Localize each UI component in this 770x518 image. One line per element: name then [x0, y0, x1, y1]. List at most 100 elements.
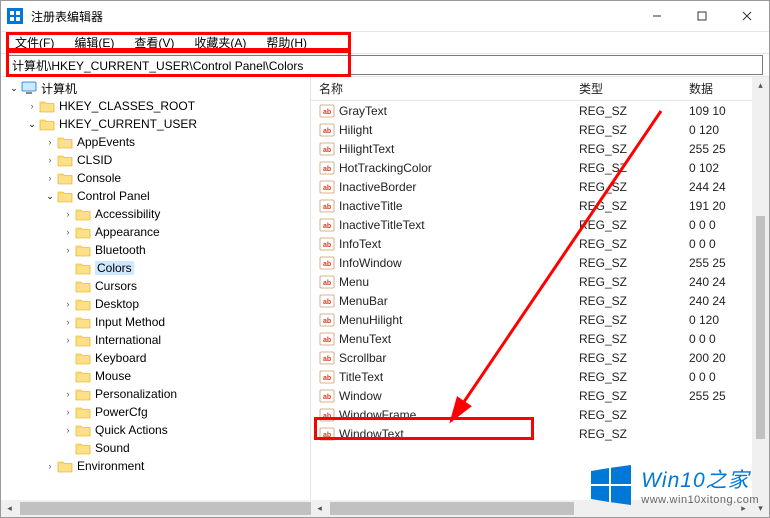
list-row[interactable]: abHilightREG_SZ0 120 — [311, 120, 769, 139]
scroll-up-icon[interactable]: ▴ — [752, 77, 769, 94]
list-row[interactable]: abScrollbarREG_SZ200 20 — [311, 348, 769, 367]
value-name: WindowFrame — [339, 408, 416, 422]
list-body[interactable]: abGrayTextREG_SZ109 10abHilightREG_SZ0 1… — [311, 101, 769, 517]
tree-item[interactable]: ⌄计算机 — [1, 79, 310, 97]
scroll-left-icon[interactable]: ◂ — [1, 500, 18, 517]
tree-item[interactable]: ›Accessibility — [1, 205, 310, 223]
list-row[interactable]: abInfoTextREG_SZ0 0 0 — [311, 234, 769, 253]
list-row[interactable]: abHotTrackingColorREG_SZ0 102 — [311, 158, 769, 177]
chevron-down-icon[interactable]: ⌄ — [25, 117, 39, 131]
tree-item-label: AppEvents — [77, 135, 135, 149]
chevron-right-icon[interactable]: › — [61, 423, 75, 437]
menu-edit[interactable]: 编辑(E) — [66, 32, 122, 53]
tree-item[interactable]: › Environment — [1, 457, 310, 475]
tree-item[interactable]: Colors — [1, 259, 310, 277]
menu-file[interactable]: 文件(F) — [7, 32, 62, 53]
tree-item[interactable]: › AppEvents — [1, 133, 310, 151]
list-vertical-scrollbar[interactable]: ▴ ▾ — [752, 77, 769, 517]
list-row[interactable]: abMenuHilightREG_SZ0 120 — [311, 310, 769, 329]
list-row[interactable]: abMenuBarREG_SZ240 24 — [311, 291, 769, 310]
chevron-right-icon[interactable]: › — [43, 135, 57, 149]
tree-item[interactable]: ⌄Control Panel — [1, 187, 310, 205]
list-horizontal-scrollbar[interactable]: ◂ ▸ — [311, 500, 752, 517]
list-row[interactable]: abInfoWindowREG_SZ255 25 — [311, 253, 769, 272]
list-row[interactable]: abGrayTextREG_SZ109 10 — [311, 101, 769, 120]
svg-text:ab: ab — [323, 413, 331, 420]
tree-item-label: Environment — [77, 459, 144, 473]
list-row[interactable]: abMenuREG_SZ240 24 — [311, 272, 769, 291]
list-row[interactable]: abWindowTextREG_SZ — [311, 424, 769, 443]
tree-item[interactable]: ›PowerCfg — [1, 403, 310, 421]
string-value-icon: ab — [319, 179, 335, 195]
menu-help[interactable]: 帮助(H) — [258, 32, 315, 53]
scroll-right-icon[interactable]: ▸ — [735, 500, 752, 517]
tree-pane[interactable]: ⌄计算机›HKEY_CLASSES_ROOT⌄HKEY_CURRENT_USER… — [1, 77, 311, 517]
tree-item[interactable]: Mouse — [1, 367, 310, 385]
tree-item[interactable]: ›Input Method — [1, 313, 310, 331]
value-name: GrayText — [339, 104, 387, 118]
svg-text:ab: ab — [323, 337, 331, 344]
chevron-right-icon[interactable]: › — [61, 243, 75, 257]
tree-item[interactable]: › Bluetooth — [1, 241, 310, 259]
value-name: WindowText — [339, 427, 404, 441]
scroll-down-icon[interactable]: ▾ — [752, 500, 769, 517]
chevron-right-icon[interactable]: › — [61, 315, 75, 329]
value-name: MenuText — [339, 332, 391, 346]
chevron-right-icon[interactable]: › — [61, 333, 75, 347]
folder-icon — [75, 369, 91, 383]
close-button[interactable] — [724, 1, 769, 31]
tree-item[interactable]: ›Personalization — [1, 385, 310, 403]
chevron-right-icon[interactable]: › — [61, 405, 75, 419]
value-name: Menu — [339, 275, 369, 289]
value-type: REG_SZ — [571, 161, 681, 175]
tree-item[interactable]: ›Quick Actions — [1, 421, 310, 439]
maximize-button[interactable] — [679, 1, 724, 31]
tree-item[interactable]: ›Console — [1, 169, 310, 187]
chevron-right-icon[interactable]: › — [43, 459, 57, 473]
chevron-right-icon[interactable]: › — [61, 207, 75, 221]
tree-item[interactable]: ›Desktop — [1, 295, 310, 313]
menu-favorites[interactable]: 收藏夹(A) — [186, 32, 254, 53]
list-row[interactable]: abWindowFrameREG_SZ — [311, 405, 769, 424]
list-row[interactable]: abInactiveTitleREG_SZ191 20 — [311, 196, 769, 215]
chevron-down-icon[interactable]: ⌄ — [7, 81, 21, 95]
column-header-type[interactable]: 类型 — [571, 80, 681, 97]
svg-text:ab: ab — [323, 185, 331, 192]
list-row[interactable]: abInactiveBorderREG_SZ244 24 — [311, 177, 769, 196]
list-row[interactable]: abHilightTextREG_SZ255 25 — [311, 139, 769, 158]
chevron-right-icon[interactable]: › — [61, 297, 75, 311]
chevron-right-icon[interactable]: › — [61, 387, 75, 401]
tree-item[interactable]: ⌄HKEY_CURRENT_USER — [1, 115, 310, 133]
tree-item[interactable]: ›Appearance — [1, 223, 310, 241]
folder-icon — [39, 117, 55, 131]
expander-spacer — [61, 351, 75, 365]
chevron-right-icon[interactable]: › — [43, 153, 57, 167]
menu-view[interactable]: 查看(V) — [126, 32, 182, 53]
minimize-button[interactable] — [634, 1, 679, 31]
chevron-right-icon[interactable]: › — [61, 225, 75, 239]
svg-text:ab: ab — [323, 375, 331, 382]
value-name: Scrollbar — [339, 351, 386, 365]
value-type: REG_SZ — [571, 370, 681, 384]
tree-item[interactable]: Cursors — [1, 277, 310, 295]
string-value-icon: ab — [319, 312, 335, 328]
chevron-right-icon[interactable]: › — [25, 99, 39, 113]
tree-item[interactable]: Sound — [1, 439, 310, 457]
list-row[interactable]: abMenuTextREG_SZ0 0 0 — [311, 329, 769, 348]
value-name: HilightText — [339, 142, 394, 156]
tree-item[interactable]: Keyboard — [1, 349, 310, 367]
list-row[interactable]: abTitleTextREG_SZ0 0 0 — [311, 367, 769, 386]
chevron-right-icon[interactable]: › — [43, 171, 57, 185]
list-row[interactable]: abWindowREG_SZ255 25 — [311, 386, 769, 405]
tree-horizontal-scrollbar[interactable]: ◂ ▸ — [1, 500, 311, 517]
folder-icon — [39, 99, 55, 113]
column-header-name[interactable]: 名称 — [311, 80, 571, 97]
address-input[interactable] — [7, 55, 763, 75]
scroll-left-icon[interactable]: ◂ — [311, 500, 328, 517]
list-row[interactable]: abInactiveTitleTextREG_SZ0 0 0 — [311, 215, 769, 234]
tree-item[interactable]: ›HKEY_CLASSES_ROOT — [1, 97, 310, 115]
tree-item-label: Bluetooth — [95, 243, 146, 257]
chevron-down-icon[interactable]: ⌄ — [43, 189, 57, 203]
tree-item[interactable]: ›International — [1, 331, 310, 349]
tree-item[interactable]: ›CLSID — [1, 151, 310, 169]
